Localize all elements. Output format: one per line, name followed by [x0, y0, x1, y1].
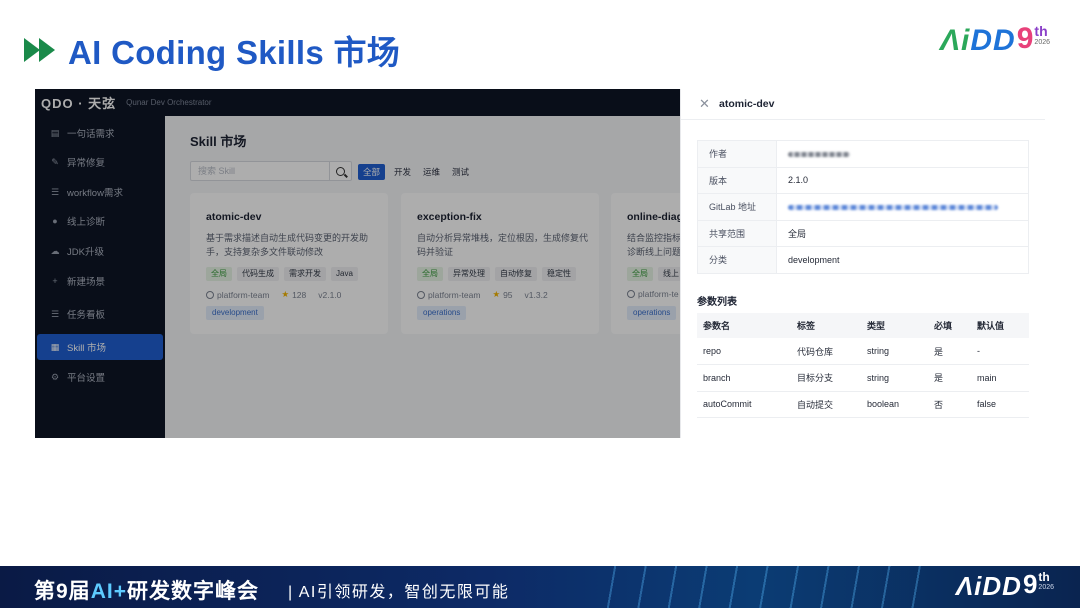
author-value [776, 140, 1029, 168]
field-label: 版本 [697, 167, 777, 194]
decorative-lights [600, 566, 930, 608]
column-header: 参数名 [697, 313, 791, 338]
cell: branch [697, 364, 791, 392]
footer-brand-logo: ΛiDD 9 th 2026 [955, 569, 1054, 601]
table-row: 共享范围 全局 [697, 220, 1029, 247]
brand-logo: ΛiDD 9 th 2026 [940, 22, 1050, 58]
cell: 自动提交 [791, 391, 861, 418]
cell: autoCommit [697, 391, 791, 418]
column-header: 标签 [791, 313, 861, 338]
field-label: GitLab 地址 [697, 193, 777, 221]
version-value: 2.1.0 [776, 167, 1029, 194]
scope-value: 全局 [776, 220, 1029, 247]
summit-name: 第9届AI+研发数字峰会 [34, 580, 259, 603]
drawer-title: atomic-dev [719, 98, 775, 110]
cell: string [861, 364, 928, 392]
drawer-header: ✕ atomic-dev [681, 89, 1045, 120]
cell: main [971, 364, 1029, 392]
cell: 是 [928, 338, 971, 365]
column-header: 默认值 [971, 313, 1029, 338]
modal-mask[interactable] [35, 89, 680, 438]
field-label: 分类 [697, 246, 777, 274]
table-row: 版本 2.1.0 [697, 167, 1029, 194]
table-row: 分类 development [697, 246, 1029, 274]
table-row: GitLab 地址 [697, 193, 1029, 221]
cell: - [971, 338, 1029, 365]
slide-header: AI Coding Skills 市场 [24, 26, 400, 74]
cell: 否 [928, 391, 971, 418]
cell: string [861, 338, 928, 365]
cell: boolean [861, 391, 928, 418]
table-row: 作者 [697, 140, 1029, 168]
slide: AI Coding Skills 市场 ΛiDD 9 th 2026 QDO · … [0, 0, 1080, 608]
params-title: 参数列表 [697, 297, 737, 308]
cell: false [971, 391, 1029, 418]
category-value: development [776, 246, 1029, 274]
redacted-author [788, 151, 850, 157]
cell: repo [697, 338, 791, 365]
brand-wordmark: ΛiDD [940, 24, 1016, 57]
table-row: branch 目标分支 string 是 main [697, 364, 1029, 392]
gitlab-link[interactable] [776, 193, 1029, 221]
cell: 目标分支 [791, 364, 861, 392]
cell: 代码仓库 [791, 338, 861, 365]
table-row: repo 代码仓库 string 是 - [697, 338, 1029, 365]
field-label: 作者 [697, 140, 777, 168]
skill-info-table: 作者 版本 2.1.0 GitLab 地址 共享范围 全局 分类 develop… [697, 140, 1029, 274]
footer-banner: 第9届AI+研发数字峰会 | AI引领研发，智创无限可能 ΛiDD 9 th 20… [0, 566, 1080, 608]
column-header: 类型 [861, 313, 928, 338]
summit-slogan: | AI引领研发，智创无限可能 [288, 584, 510, 601]
fast-forward-icon [24, 37, 58, 63]
column-header: 必填 [928, 313, 971, 338]
table-header-row: 参数名 标签 类型 必填 默认值 [697, 313, 1029, 338]
slide-title: AI Coding Skills 市场 [68, 34, 401, 71]
skill-detail-drawer: ✕ atomic-dev 作者 版本 2.1.0 GitLab 地址 共享范围 [680, 89, 1045, 438]
params-table: 参数名 标签 类型 必填 默认值 repo 代码仓库 string 是 - br… [697, 313, 1029, 418]
table-row: autoCommit 自动提交 boolean 否 false [697, 391, 1029, 418]
cell: 是 [928, 364, 971, 392]
field-label: 共享范围 [697, 220, 777, 247]
redacted-url [788, 204, 998, 210]
close-icon[interactable]: ✕ [699, 96, 710, 112]
app-screenshot: QDO · 天弦 Qunar Dev Orchestrator ▤ 一句话需求 ✎… [35, 89, 1045, 438]
